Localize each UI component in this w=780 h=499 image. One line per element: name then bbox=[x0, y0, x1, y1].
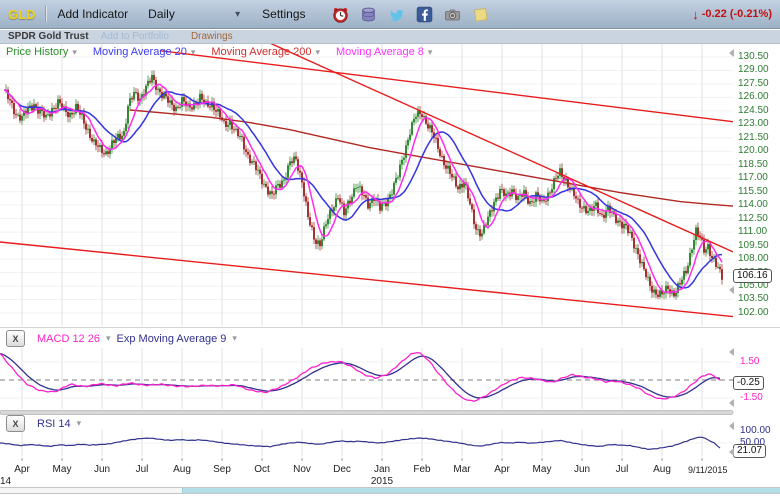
chevron-down-icon: ▾ bbox=[72, 47, 77, 58]
rsi-close-button[interactable]: X bbox=[6, 415, 25, 432]
twitter-icon[interactable] bbox=[388, 6, 405, 23]
app-window: 130.50129.00127.50126.00124.50123.00121.… bbox=[0, 0, 780, 499]
period-dropdown[interactable]: Daily ▾ bbox=[148, 7, 240, 21]
add-to-portfolio-button[interactable]: Add to Portfolio bbox=[101, 31, 169, 42]
legend-ma200-dropdown[interactable]: Moving Average 200 ▾ bbox=[211, 46, 320, 58]
macd-signal-label: Exp Moving Average 9 bbox=[117, 333, 227, 345]
symbol-label: GLD bbox=[8, 7, 35, 22]
alarm-clock-icon[interactable] bbox=[332, 6, 349, 23]
period-dropdown-value: Daily bbox=[148, 7, 175, 21]
down-arrow-icon: ↓ bbox=[692, 7, 699, 22]
panel-resize-handle bbox=[0, 411, 733, 415]
legend-ma20-label: Moving Average 20 bbox=[93, 46, 187, 58]
legend-price-history-dropdown[interactable]: Price History ▾ bbox=[6, 46, 77, 58]
chevron-down-icon: ▾ bbox=[315, 47, 320, 58]
macd-panel-header: X MACD 12 26 ▾ Exp Moving Average 9 ▾ bbox=[6, 330, 237, 347]
chevron-down-icon: ▾ bbox=[77, 418, 82, 429]
chevron-down-icon: ▾ bbox=[235, 9, 240, 20]
macd-label: MACD 12 26 bbox=[37, 333, 100, 345]
macd-close-button[interactable]: X bbox=[6, 330, 25, 347]
macd-signal-dropdown[interactable]: Exp Moving Average 9 bbox=[117, 333, 227, 345]
facebook-icon[interactable] bbox=[416, 6, 433, 23]
rsi-dropdown[interactable]: RSI 14 bbox=[37, 418, 71, 430]
chevron-down-icon: ▾ bbox=[232, 333, 237, 344]
time-scrollbar[interactable] bbox=[0, 487, 780, 494]
symbol-subbar: SPDR Gold Trust Add to Portfolio Drawing… bbox=[0, 30, 780, 44]
settings-button[interactable]: Settings bbox=[262, 7, 305, 21]
macd-series bbox=[0, 353, 720, 402]
price-change-value: -0.22 (-0.21%) bbox=[702, 8, 772, 20]
drawings-button[interactable]: Drawings bbox=[191, 31, 233, 42]
sticky-note-icon[interactable] bbox=[472, 6, 489, 23]
candlestick-series bbox=[0, 36, 733, 316]
macd-dropdown[interactable]: MACD 12 26 bbox=[37, 333, 100, 345]
database-icon[interactable] bbox=[360, 6, 377, 23]
legend-price-history-label: Price History bbox=[6, 46, 68, 58]
toolbar: GLD Add Indicator Daily ▾ Settings bbox=[0, 0, 780, 29]
chevron-down-icon: ▾ bbox=[191, 47, 196, 58]
legend-ma200-label: Moving Average 200 bbox=[211, 46, 311, 58]
camera-icon[interactable] bbox=[444, 6, 461, 23]
time-scrollbar-range[interactable] bbox=[182, 488, 780, 493]
chevron-down-icon: ▾ bbox=[106, 333, 111, 344]
legend-ma20-dropdown[interactable]: Moving Average 20 ▾ bbox=[93, 46, 196, 58]
toolbar-separator bbox=[45, 6, 47, 22]
symbol-fullname: SPDR Gold Trust bbox=[8, 31, 89, 42]
price-panel-legend: Price History ▾ Moving Average 20 ▾ Movi… bbox=[6, 46, 442, 58]
chevron-down-icon: ▾ bbox=[428, 47, 433, 58]
add-indicator-button[interactable]: Add Indicator bbox=[57, 7, 128, 21]
rsi-label: RSI 14 bbox=[37, 418, 71, 430]
legend-ma8-dropdown[interactable]: Moving Average 8 ▾ bbox=[336, 46, 432, 58]
rsi-panel-header: X RSI 14 ▾ bbox=[6, 415, 81, 432]
toolbar-icons bbox=[332, 6, 489, 23]
legend-ma8-label: Moving Average 8 bbox=[336, 46, 424, 58]
chart-canvas[interactable] bbox=[0, 0, 780, 499]
price-change: ↓ -0.22 (-0.21%) bbox=[692, 7, 772, 22]
